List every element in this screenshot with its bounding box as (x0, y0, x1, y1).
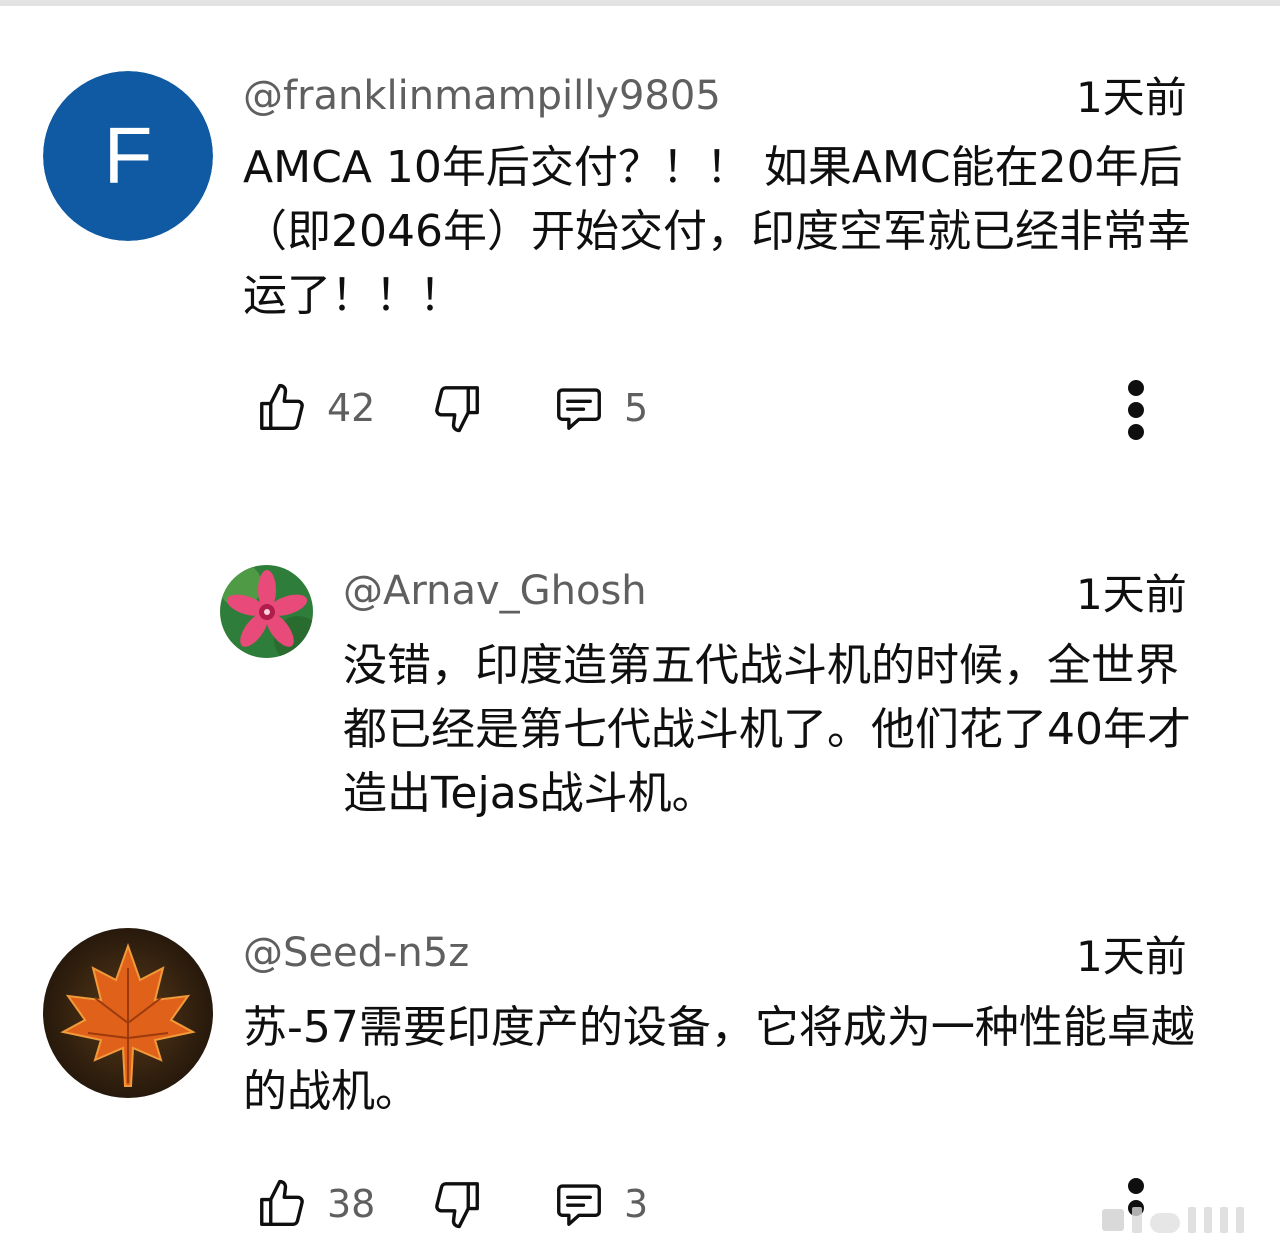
comment-timestamp: 1天前 (1076, 73, 1187, 122)
avatar[interactable]: F (43, 71, 213, 241)
comment-text: 没错，印度造第五代战斗机的时候，全世界都已经是第七代战斗机了。他们花了40年才造… (343, 640, 1191, 819)
avatar-letter: F (104, 111, 153, 200)
more-vertical-icon[interactable] (1118, 370, 1158, 450)
comment-text: AMCA 10年后交付？！！ 如果AMC能在20年后（即2046年）开始交付，印… (243, 142, 1191, 321)
avatar[interactable] (220, 565, 313, 658)
comment-author[interactable]: @franklinmampilly9805 (243, 72, 721, 120)
reply-comment-icon (557, 388, 601, 430)
comment-timestamp: 1天前 (1076, 932, 1187, 981)
like-count: 42 (327, 386, 376, 430)
like-button[interactable]: 42 (255, 376, 375, 440)
maple-leaf-icon (43, 928, 213, 1098)
avatar[interactable] (43, 928, 213, 1098)
pink-flower-icon (220, 565, 313, 658)
reply-comment-icon (557, 1184, 601, 1226)
dislike-button[interactable] (430, 376, 484, 440)
top-divider (0, 0, 1280, 6)
thumbs-down-icon (435, 386, 479, 433)
thumbs-down-icon (435, 1182, 479, 1229)
reply-button[interactable]: 3 (552, 1172, 648, 1236)
reply-button[interactable]: 5 (552, 376, 648, 440)
comment-author[interactable]: @Seed-n5z (243, 929, 469, 977)
comment-timestamp: 1天前 (1076, 570, 1187, 619)
dislike-button[interactable] (430, 1172, 484, 1236)
comment-author[interactable]: @Arnav_Ghosh (343, 567, 647, 615)
comment-text: 苏-57需要印度产的设备，它将成为一种性能卓越的战机。 (243, 1002, 1195, 1117)
reply-count: 3 (624, 1182, 649, 1226)
reply-count: 5 (624, 386, 649, 430)
watermark-logo (1102, 1207, 1244, 1233)
thumbs-up-icon (260, 1179, 304, 1226)
like-count: 38 (327, 1182, 376, 1226)
thumbs-up-icon (260, 383, 304, 430)
like-button[interactable]: 38 (255, 1172, 375, 1236)
